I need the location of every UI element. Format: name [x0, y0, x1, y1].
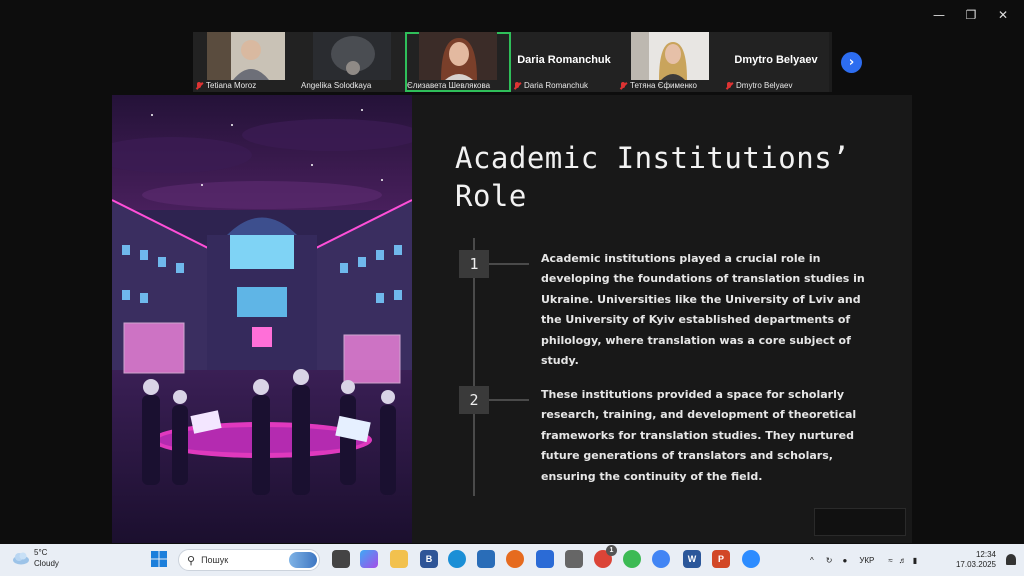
participant-label: Tetiana Moroz — [195, 81, 297, 90]
language-indicator[interactable]: УКР — [859, 556, 874, 565]
windows-start-icon[interactable] — [151, 551, 167, 567]
chevron-up-icon[interactable]: ^ — [810, 556, 814, 565]
b-app-icon[interactable]: B — [420, 550, 438, 568]
participant-name-large: Daria Romanchuk — [517, 54, 611, 66]
participant-video — [419, 32, 497, 80]
edge-icon[interactable] — [448, 550, 466, 568]
shared-slide: Academic Institutions’ Role 1 Academic i… — [112, 95, 912, 543]
taskbar-search[interactable]: ⚲ Пошук — [178, 549, 320, 571]
system-tray: ^ ↻ ● УКР ≈ ♬ ▮ — [810, 544, 917, 576]
participant-tile[interactable]: Tetiana Moroz — [193, 32, 299, 92]
chrome-profile-icon[interactable] — [623, 550, 641, 568]
close-button[interactable]: ✕ — [988, 6, 1018, 24]
word-icon[interactable]: W — [683, 550, 701, 568]
participant-video — [313, 32, 391, 80]
weather-widget[interactable]: 5°C Cloudy — [12, 547, 59, 569]
notification-badge: 1 — [606, 545, 617, 556]
pen-app-icon[interactable] — [565, 550, 583, 568]
participant-label: Єлизавета Шевлякова — [407, 81, 509, 90]
weather-temp: 5°C — [34, 548, 48, 557]
sync-icon[interactable]: ↻ — [826, 556, 833, 565]
weather-desc: Cloudy — [34, 559, 59, 568]
participant-tile[interactable]: Dmytro Belyaev Dmytro Belyaev — [723, 32, 829, 92]
cloud-icon — [13, 552, 29, 565]
mic-off-icon — [725, 81, 733, 90]
mic-off-icon — [513, 81, 521, 90]
task-view-icon[interactable] — [332, 550, 350, 568]
notification-bell-icon[interactable] — [1006, 554, 1016, 565]
participant-name: Dmytro Belyaev — [736, 81, 793, 90]
powerpoint-icon[interactable]: P — [712, 550, 730, 568]
mic-off-icon — [619, 81, 627, 90]
participant-tile-active[interactable]: Єлизавета Шевлякова — [405, 32, 511, 92]
taskbar: 5°C Cloudy ⚲ Пошук B 1 W P ^ ↻ ● УКР ≈ ♬… — [0, 544, 1024, 576]
volume-icon[interactable]: ♬ — [899, 556, 907, 565]
step-connector — [489, 399, 529, 401]
participant-name-large: Dmytro Belyaev — [734, 54, 818, 66]
search-icon: ⚲ — [187, 554, 196, 567]
firefox-icon[interactable] — [506, 550, 524, 568]
participant-label: Angelika Solodkaya — [301, 81, 403, 90]
microphone-icon[interactable]: ● — [842, 556, 847, 565]
slide-title: Academic Institutions’ Role — [455, 141, 851, 213]
mic-off-icon — [195, 81, 203, 90]
participant-name: Єлизавета Шевлякова — [407, 81, 491, 90]
step-number-badge: 2 — [459, 386, 489, 414]
step-text: Academic institutions played a crucial r… — [541, 252, 865, 368]
participant-name: Daria Romanchuk — [524, 81, 589, 90]
step-number-badge: 1 — [459, 250, 489, 278]
slide-corner-box — [814, 508, 906, 536]
search-highlight-icon — [289, 552, 317, 568]
participant-name: Angelika Solodkaya — [301, 81, 372, 90]
step-connector — [489, 263, 529, 265]
clock-time: 12:34 — [975, 550, 996, 559]
dropbox-icon[interactable] — [536, 550, 554, 568]
zoom-icon[interactable] — [742, 550, 760, 568]
restore-button[interactable]: ❐ — [956, 6, 986, 24]
participant-label: Daria Romanchuk — [513, 81, 615, 90]
participant-strip: Tetiana Moroz Angelika Solodkaya Єлизаве… — [193, 32, 832, 92]
next-participants-button[interactable]: › — [841, 52, 862, 73]
participant-name: Tetiana Moroz — [206, 81, 257, 90]
window-controls: — ❐ ✕ — [924, 6, 1018, 24]
participant-tile[interactable]: Angelika Solodkaya — [299, 32, 405, 92]
participant-label: Тетяна Єфименко — [619, 81, 721, 90]
file-explorer-icon[interactable] — [390, 550, 408, 568]
wifi-icon[interactable]: ≈ — [888, 556, 892, 565]
step-text: These institutions provided a space for … — [541, 388, 857, 483]
chrome-alt-icon[interactable] — [652, 550, 670, 568]
clock-date: 17.03.2025 — [955, 560, 996, 569]
chevron-right-icon: › — [848, 55, 855, 70]
participant-video — [631, 32, 709, 80]
participant-tile[interactable]: Daria Romanchuk Daria Romanchuk — [511, 32, 617, 92]
search-placeholder: Пошук — [201, 555, 229, 565]
battery-icon[interactable]: ▮ — [913, 556, 917, 565]
copilot-icon[interactable] — [360, 550, 378, 568]
participant-name: Тетяна Єфименко — [630, 81, 697, 90]
participant-tile[interactable]: Тетяна Єфименко — [617, 32, 723, 92]
clock[interactable]: 12:34 17.03.2025 — [956, 550, 996, 570]
chrome-icon[interactable]: 1 — [594, 545, 617, 568]
store-icon[interactable] — [477, 550, 495, 568]
participant-label: Dmytro Belyaev — [725, 81, 827, 90]
slide-illustration — [112, 95, 412, 543]
participant-video — [207, 32, 285, 80]
minimize-button[interactable]: — — [924, 6, 954, 24]
